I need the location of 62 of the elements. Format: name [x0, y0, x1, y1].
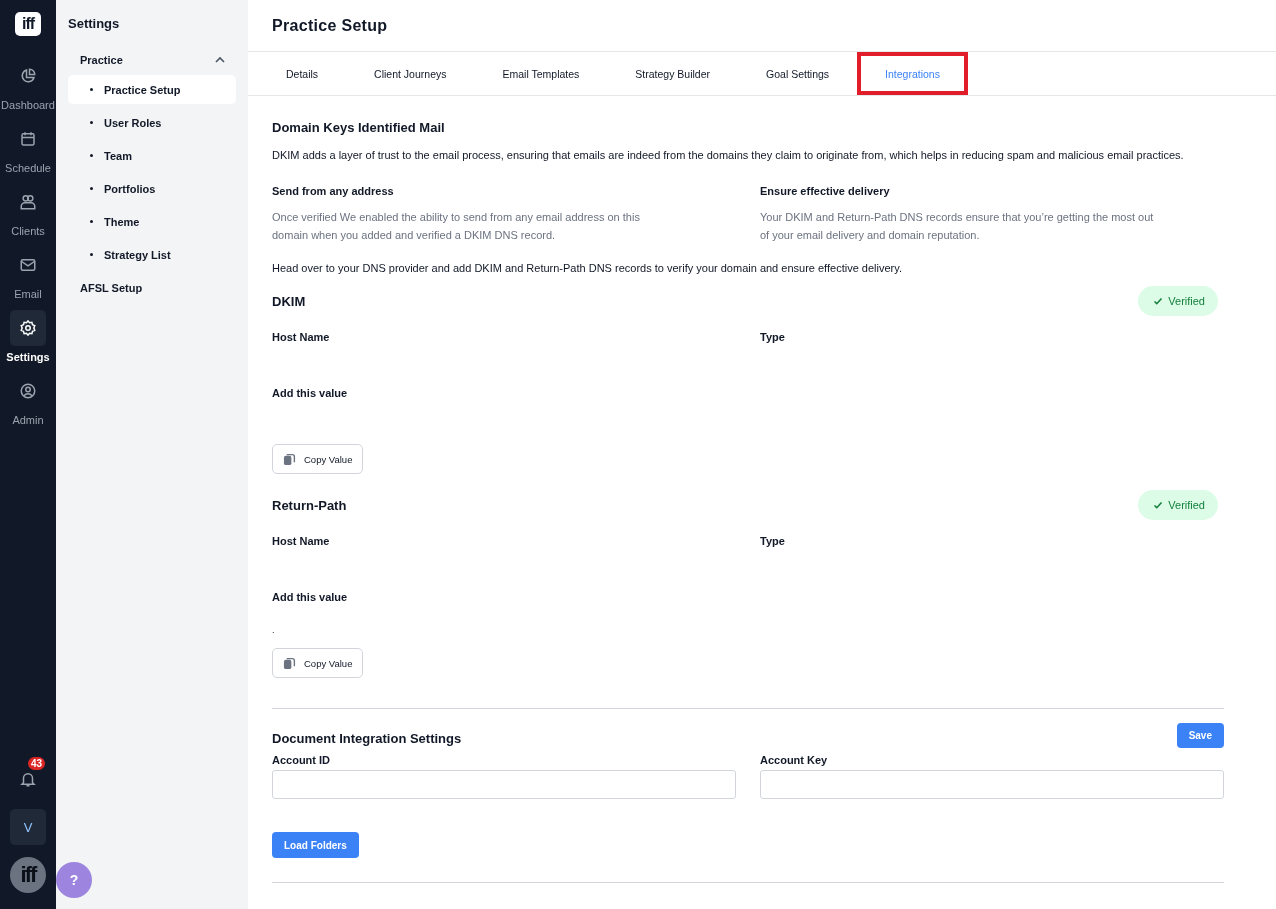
sidebar-item[interactable]: Strategy List — [68, 240, 236, 269]
type-label: Type — [760, 330, 786, 345]
status-badge: Verified — [1138, 490, 1218, 520]
host-name-label: Host Name — [272, 330, 331, 345]
calendar-icon — [19, 130, 37, 148]
copy-icon — [283, 452, 296, 466]
input-field[interactable] — [760, 770, 1224, 799]
field-label: Account Key — [760, 753, 829, 768]
mail-icon — [19, 256, 37, 274]
sidebar-group[interactable]: Practice — [80, 54, 123, 66]
pie-chart-icon — [19, 67, 37, 85]
record-title: DKIM — [272, 293, 306, 309]
settings-icon — [19, 319, 37, 337]
load-folders-button[interactable]: Load Folders — [272, 832, 359, 858]
tab[interactable]: Integrations — [857, 52, 968, 95]
sidebar-item[interactable]: Team — [68, 141, 236, 170]
nav-item[interactable]: Email — [0, 247, 56, 300]
feature-text: Your DKIM and Return-Path DNS records ensure that you’re getting the most out of your email delivery and domain reputation. — [760, 210, 1155, 243]
copy-value-button[interactable]: Copy Value — [272, 648, 364, 678]
copy-icon — [283, 656, 296, 670]
save-button[interactable]: Save — [1176, 723, 1224, 748]
nav-item[interactable]: Settings — [0, 310, 56, 363]
record-value: . — [272, 625, 275, 635]
field-label: Account ID — [272, 753, 332, 768]
bell-icon[interactable] — [19, 770, 37, 788]
section-title: Document Integration Settings — [272, 731, 462, 746]
value-label: Add this value — [272, 386, 349, 401]
sidebar-item[interactable]: User Roles — [68, 108, 236, 137]
copy-value-button[interactable]: Copy Value — [272, 444, 364, 474]
feature-text: Once verified We enabled the ability to send from any email address on this domain when you added and verified a DKIM DNS record. — [272, 210, 641, 243]
tab[interactable]: Goal Settings — [738, 52, 858, 95]
section-title: Domain Keys Identified Mail — [272, 120, 446, 135]
nav-item[interactable]: Dashboard — [0, 58, 56, 111]
tab[interactable]: Strategy Builder — [607, 52, 739, 95]
user-icon — [19, 382, 37, 400]
sidebar-title: Settings — [68, 16, 121, 31]
nav-item[interactable]: Admin — [0, 373, 56, 426]
people-icon — [19, 193, 37, 211]
tab[interactable]: Email Templates — [474, 52, 608, 95]
host-name-label: Host Name — [272, 534, 331, 549]
sidebar-item[interactable]: Practice Setup — [68, 75, 236, 104]
avatar-logo[interactable]: iff — [10, 857, 46, 893]
input-field[interactable] — [272, 770, 736, 799]
notification-count: 43 — [28, 757, 46, 770]
nav-item[interactable]: Clients — [0, 184, 56, 237]
status-badge: Verified — [1138, 286, 1218, 316]
record-title: Return-Path — [272, 497, 347, 513]
feature-title: Ensure effective delivery — [760, 184, 891, 199]
type-label: Type — [760, 534, 786, 549]
value-label: Add this value — [272, 590, 349, 605]
instruction-text: Head over to your DNS provider and add DKIM and Return-Path DNS records to verify your domain and ensure effective delivery. — [272, 261, 903, 276]
sidebar-group[interactable]: AFSL Setup — [80, 282, 143, 294]
page-title: Practice Setup — [272, 16, 388, 35]
section-description: DKIM adds a layer of trust to the email process, ensuring that emails are indeed from the domains they claim to originate from, which helps in reducing spam and malicious email practices. — [272, 148, 1185, 163]
user-initial-button[interactable]: V — [10, 809, 46, 845]
nav-item[interactable]: Schedule — [0, 121, 56, 174]
tab[interactable]: Details — [258, 52, 347, 95]
app-logo[interactable]: iff — [15, 12, 41, 36]
feature-title: Send from any address — [272, 184, 395, 199]
tab[interactable]: Client Journeys — [346, 52, 475, 95]
sidebar-item[interactable]: Portfolios — [68, 174, 236, 203]
sidebar-item[interactable]: Theme — [68, 207, 236, 236]
